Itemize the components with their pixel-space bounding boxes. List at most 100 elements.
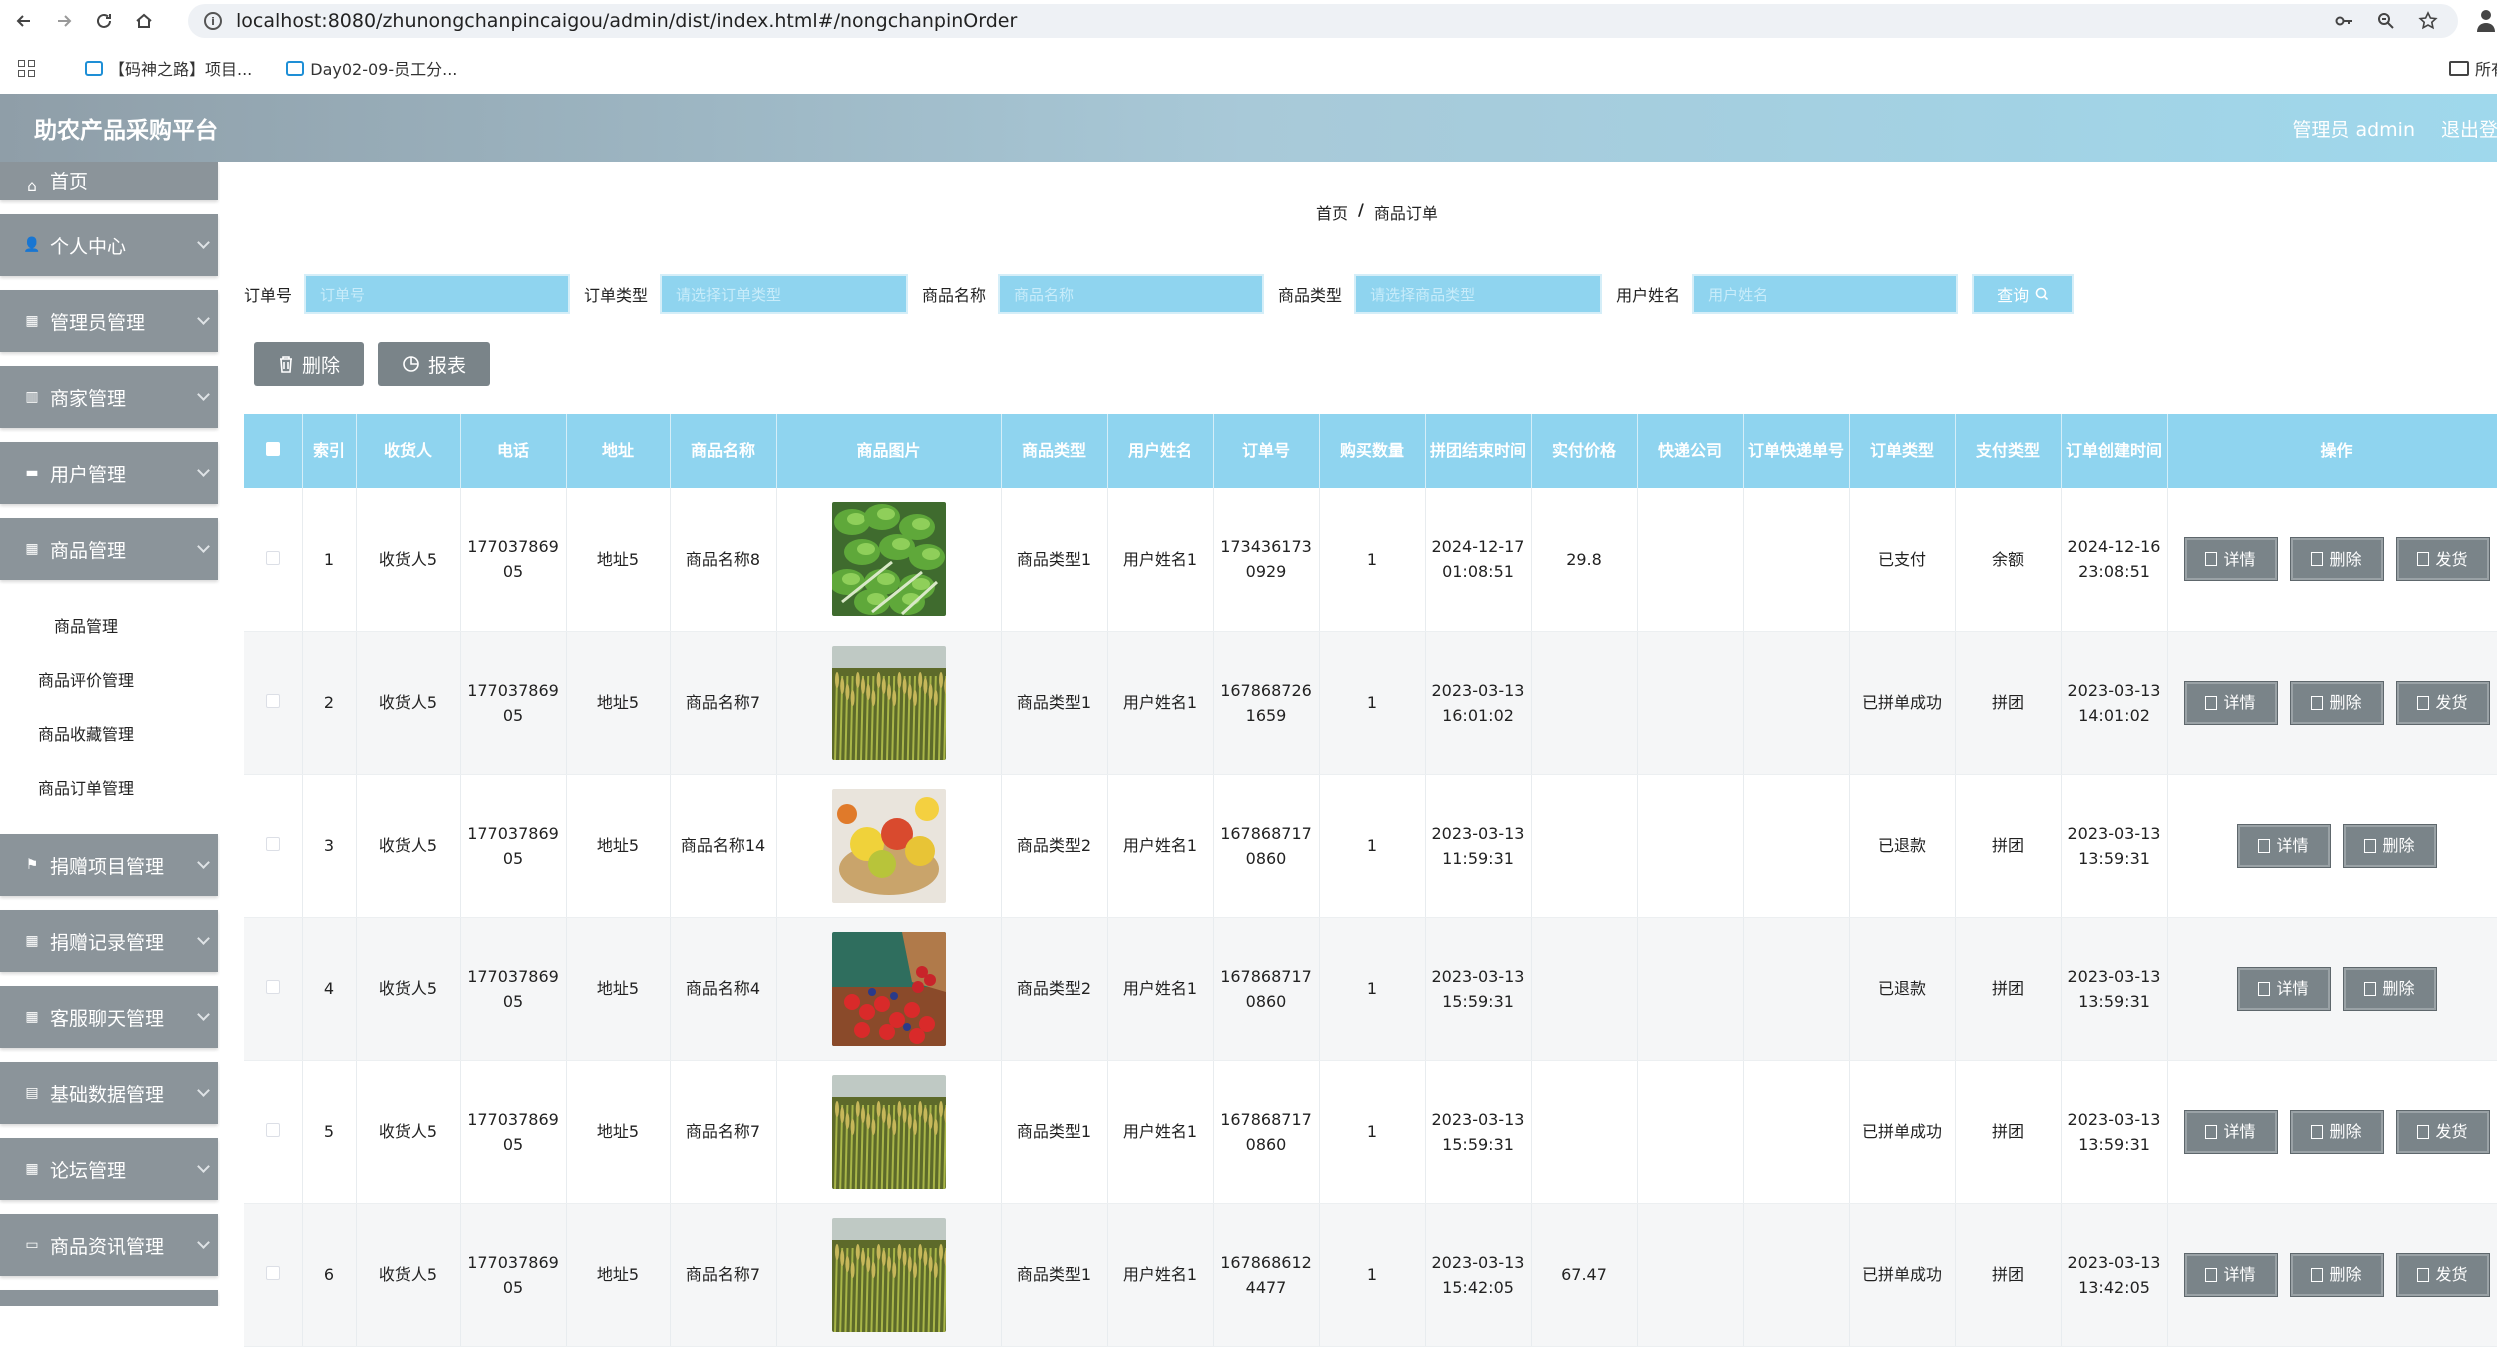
ship-button[interactable]: 发货 <box>2395 537 2490 582</box>
home-icon[interactable] <box>124 0 164 42</box>
cell-user: 用户姓名1 <box>1107 1060 1214 1204</box>
ship-button[interactable]: 发货 <box>2395 1252 2490 1297</box>
row-checkbox[interactable] <box>265 1123 280 1137</box>
row-checkbox[interactable] <box>265 550 280 565</box>
sidebar-item-label: 商品管理 <box>50 539 127 562</box>
row-checkbox[interactable] <box>265 980 280 994</box>
product-type-select[interactable]: 请选择商品类型 <box>1354 274 1603 314</box>
delete-button[interactable]: 删除 <box>2289 1252 2384 1297</box>
logout-link[interactable]: 退出登录 <box>2441 115 2497 142</box>
cell-group-end: 2023-03-13 16:01:02 <box>1425 631 1532 775</box>
select-all-checkbox[interactable] <box>265 442 280 456</box>
submenu-item[interactable]: 商品订单管理 <box>0 760 220 814</box>
delete-button[interactable]: 删除 <box>2342 823 2437 868</box>
user-name-input[interactable]: 用户姓名 <box>1692 274 1959 314</box>
sidebar-item-items_after.5[interactable]: ▭ 商品资讯管理 <box>0 1214 218 1276</box>
order-type-select[interactable]: 请选择订单类型 <box>660 274 909 314</box>
trash-icon <box>2364 981 2377 996</box>
search-button[interactable]: 查询 <box>1972 274 2075 314</box>
cell-price: 67.47 <box>1531 1203 1638 1347</box>
product-name-input[interactable]: 商品名称 <box>998 274 1265 314</box>
row-checkbox-cell[interactable] <box>244 631 303 775</box>
delete-button-label: 删除 <box>2329 693 2362 712</box>
detail-button[interactable]: 详情 <box>2183 537 2278 582</box>
sidebar-item-items_after.4[interactable]: ▦ 论坛管理 <box>0 1138 218 1200</box>
submenu-item[interactable]: 商品评价管理 <box>0 652 220 706</box>
ship-button[interactable]: 发货 <box>2395 680 2490 725</box>
cell-phone: 17703786905 <box>460 631 567 775</box>
all-bookmarks[interactable]: 所有 <box>2449 56 2497 80</box>
submenu-item[interactable]: 商品管理 <box>0 598 220 652</box>
sidebar-item-items_after.3[interactable]: ▤ 基础数据管理 <box>0 1062 218 1124</box>
bookmark-2[interactable]: Day02-09-员工分... <box>286 56 457 80</box>
detail-button[interactable]: 详情 <box>2236 823 2331 868</box>
delete-button[interactable]: 删除 <box>2289 680 2384 725</box>
column-header: 订单号 <box>1213 414 1320 488</box>
star-icon[interactable] <box>2418 11 2438 31</box>
back-icon[interactable] <box>4 0 44 42</box>
breadcrumb-home[interactable]: 首页 <box>1316 200 1348 224</box>
delete-button[interactable]: 删除 <box>2289 537 2384 582</box>
detail-button[interactable]: 详情 <box>2183 1252 2278 1297</box>
sidebar-item-items_before.1[interactable]: ▦ 管理员管理 <box>0 290 218 352</box>
product-image-cell <box>776 917 1002 1061</box>
row-checkbox-cell[interactable] <box>244 1203 303 1347</box>
sidebar-item-items_before.2[interactable]: ▥ 商家管理 <box>0 366 218 428</box>
address-bar[interactable]: i localhost:8080/zhunongchanpincaigou/ad… <box>188 4 2458 38</box>
detail-button[interactable]: 详情 <box>2183 1109 2278 1154</box>
zoom-icon[interactable] <box>2376 11 2396 31</box>
sidebar-item-label: 基础数据管理 <box>50 1083 165 1106</box>
cell-ptype: 商品类型2 <box>1001 917 1108 1061</box>
select-all-checkbox-cell[interactable] <box>244 414 303 488</box>
trash-icon <box>2364 838 2377 853</box>
sidebar-item-items_before.0[interactable]: 👤 个人中心 <box>0 214 218 276</box>
sidebar-item-items_after.6[interactable]: ▦轮播图信息 <box>0 1290 218 1306</box>
forward-icon[interactable] <box>44 0 84 42</box>
row-checkbox[interactable] <box>265 837 280 851</box>
row-checkbox-cell[interactable] <box>244 1060 303 1204</box>
sidebar-item-items_before.3[interactable]: ▬ 用户管理 <box>0 442 218 504</box>
key-icon[interactable] <box>2334 11 2354 31</box>
product-image-cell <box>776 631 1002 775</box>
detail-button[interactable]: 详情 <box>2183 680 2278 725</box>
sidebar-item-home[interactable]: ⌂ 首页 <box>0 162 218 200</box>
profile-icon[interactable] <box>2475 8 2497 34</box>
submenu-item[interactable]: 商品收藏管理 <box>0 706 220 760</box>
detail-button[interactable]: 详情 <box>2236 966 2331 1011</box>
row-checkbox-cell[interactable] <box>244 917 303 1061</box>
report-button[interactable]: 报表 <box>378 342 490 386</box>
sidebar-item-items_before.4[interactable]: ▦ 商品管理 <box>0 518 218 580</box>
cell-otype: 已退款 <box>1849 774 1956 918</box>
ship-button[interactable]: 发货 <box>2395 1109 2490 1154</box>
trash-icon <box>2311 1124 2324 1139</box>
cell-express <box>1637 774 1744 918</box>
row-checkbox[interactable] <box>265 1266 280 1280</box>
row-checkbox-cell[interactable] <box>244 488 303 632</box>
sidebar-item-items_after.2[interactable]: ▦ 客服聊天管理 <box>0 986 218 1048</box>
cell-product: 商品名称7 <box>670 1060 777 1204</box>
sidebar-item-items_after.1[interactable]: ▦ 捐赠记录管理 <box>0 910 218 972</box>
reload-icon[interactable] <box>84 0 124 42</box>
sidebar-item-items_after.0[interactable]: ⚑ 捐赠项目管理 <box>0 834 218 896</box>
cell-created: 2023-03-13 13:59:31 <box>2061 1060 2168 1204</box>
cell-idx: 3 <box>302 774 357 918</box>
column-header: 操作 <box>2167 414 2497 488</box>
sidebar-item-label: 用户管理 <box>50 463 127 486</box>
delete-button[interactable]: 删除 <box>2289 1109 2384 1154</box>
orders-table: 索引 收货人 电话 地址 商品名称 商品图片 商品类型 用户姓名 订单号 购买数量 拼团结束时间 实付… <box>244 414 2497 1347</box>
apps-icon[interactable] <box>18 59 35 77</box>
ship-button-label: 发货 <box>2435 549 2468 569</box>
action-bar: 删除 报表 <box>254 342 490 386</box>
trash-icon <box>2311 1267 2324 1282</box>
row-checkbox-cell[interactable] <box>244 774 303 918</box>
batch-delete-button[interactable]: 删除 <box>254 342 364 386</box>
cell-qty: 1 <box>1319 774 1426 918</box>
chat-icon: ▭ <box>25 1237 39 1253</box>
trash-icon <box>2311 695 2324 710</box>
row-checkbox[interactable] <box>265 694 280 708</box>
cell-price <box>1531 774 1638 918</box>
bookmark-1[interactable]: 【码神之路】项目... <box>85 56 252 80</box>
site-info-icon[interactable]: i <box>204 12 222 30</box>
order-no-input[interactable]: 订单号 <box>304 274 571 314</box>
delete-button[interactable]: 删除 <box>2342 966 2437 1011</box>
